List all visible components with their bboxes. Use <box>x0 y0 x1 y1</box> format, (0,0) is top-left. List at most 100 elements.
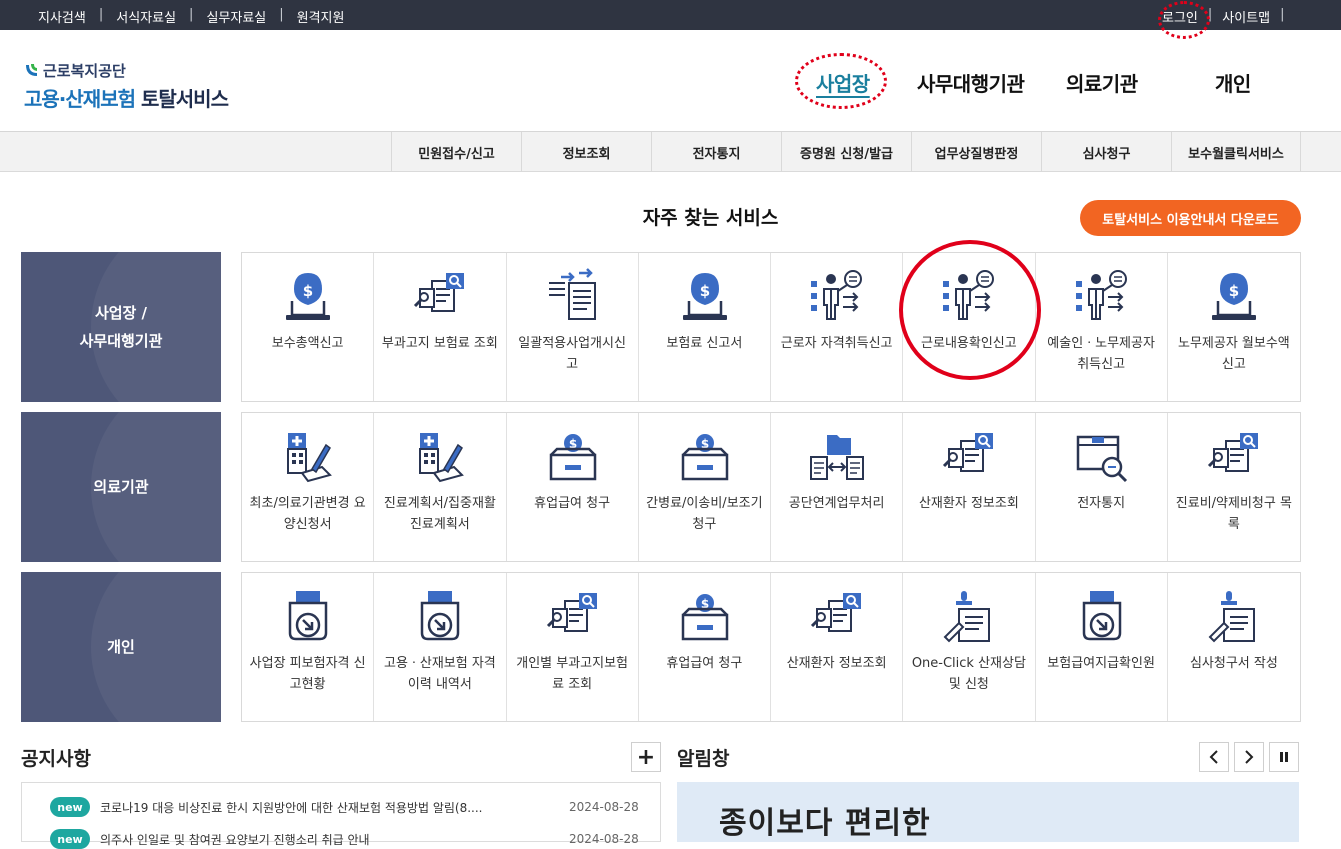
service-tile-label: 진료계획서/집중재활진료계획서 <box>383 496 496 532</box>
alarm-prev-button[interactable] <box>1199 742 1229 772</box>
alarm-pause-button[interactable] <box>1269 742 1299 772</box>
document-search-icon <box>543 587 603 647</box>
service-tile-label: 산재환자 정보조회 <box>786 656 887 671</box>
guide-download-button[interactable]: 토탈서비스 이용안내서 다운로드 <box>1080 200 1301 236</box>
category-label: 사업장 / 사무대행기관 <box>79 304 163 350</box>
service-tile-label: 공단연계업무처리 <box>788 496 885 511</box>
service-tile-label: 휴업급여 청구 <box>534 496 611 511</box>
service-tile-label: 산재환자 정보조회 <box>918 496 1019 511</box>
printer-arrow-icon <box>1072 587 1132 647</box>
remote-support-link[interactable]: 원격지원 <box>297 7 345 26</box>
notice-item[interactable]: new 코로나19 대응 비상진료 한시 지원방안에 대한 산재보험 적용방법 … <box>50 797 639 817</box>
service-tile[interactable]: 심사청구서 작성 <box>1168 573 1300 721</box>
money-laptop-icon: $ <box>278 267 338 327</box>
separator: | <box>98 7 104 22</box>
service-tile-label: 심사청구서 작성 <box>1189 656 1278 671</box>
pause-icon <box>1280 752 1288 762</box>
service-tile[interactable]: 최초/의료기관변경 요양신청서 <box>242 413 375 561</box>
service-tile-label: 개인별 부과고지보험료 조회 <box>516 656 629 692</box>
service-row-individual: 개인 사업장 피보험자격 신고현황 고용ㆍ산재보험 자격 이력 내역서 개인별 부과… <box>21 572 1301 722</box>
notice-date: 2024-08-28 <box>569 800 639 814</box>
banner-text: 종이보다 편리한 <box>719 806 931 841</box>
service-tile[interactable]: 개인별 부과고지보험료 조회 <box>507 573 639 721</box>
service-tile[interactable]: 보험급여지급확인원 <box>1036 573 1168 721</box>
notice-title: 공지사항 <box>21 748 91 770</box>
svg-text:$: $ <box>1229 282 1239 300</box>
service-tile[interactable]: $ 휴업급여 청구 <box>639 573 771 721</box>
gnb-highlight-annotation <box>795 53 887 109</box>
service-tile[interactable]: 부과고지 보험료 조회 <box>374 253 507 401</box>
service-tiles: $ 보수총액신고 부과고지 보험료 조회 일괄적용사업개시신고 $ 보험료 신고서 근로자 … <box>241 252 1301 402</box>
svg-text:$: $ <box>303 282 313 300</box>
category-individual: 개인 <box>21 572 221 722</box>
chevron-left-icon <box>1209 750 1218 764</box>
sitemap-link[interactable]: 사이트맵 <box>1222 7 1270 26</box>
subnav-info-inquiry[interactable]: 정보조회 <box>521 132 651 172</box>
service-tile[interactable]: $ 보수총액신고 <box>242 253 375 401</box>
service-tile-label: 근로자 자격취득신고 <box>780 336 893 351</box>
branch-search-link[interactable]: 지사검색 <box>38 7 86 26</box>
service-tile[interactable]: 일괄적용사업개시신고 <box>507 253 639 401</box>
notice-date: 2024-08-28 <box>569 832 639 846</box>
form-library-link[interactable]: 서식자료실 <box>116 7 176 26</box>
subnav-occupational-disease[interactable]: 업무상질병판정 <box>911 132 1041 172</box>
svg-text:$: $ <box>700 282 710 300</box>
service-tiles: 사업장 피보험자격 신고현황 고용ㆍ산재보험 자격 이력 내역서 개인별 부과고지보… <box>241 572 1301 722</box>
service-tile[interactable]: $ 휴업급여 청구 <box>507 413 639 561</box>
notice-item[interactable]: new 의주사 인일로 및 참여권 요양보기 진행소리 취급 안내 2024-0… <box>50 829 639 849</box>
service-tile[interactable]: 예술인ㆍ노무제공자 취득신고 <box>1036 253 1168 401</box>
service-row-workplace: 사업장 / 사무대행기관 $ 보수총액신고 부과고지 보험료 조회 일괄적용사업개시신… <box>21 252 1301 402</box>
service-tile[interactable]: 진료계획서/집중재활진료계획서 <box>374 413 507 561</box>
service-tile[interactable]: $ 간병료/이송비/보조기 청구 <box>639 413 771 561</box>
service-tiles: 최초/의료기관변경 요양신청서 진료계획서/집중재활진료계획서 $ 휴업급여 청구 $ 간… <box>241 412 1301 562</box>
utility-links: 지사검색 | 서식자료실 | 실무자료실 | 원격지원 <box>38 7 344 26</box>
service-tile-label: 사업장 피보험자격 신고현황 <box>249 656 366 692</box>
service-tile-label: 보험급여지급확인원 <box>1047 656 1155 671</box>
service-tile[interactable]: 공단연계업무처리 <box>771 413 904 561</box>
service-tile[interactable]: 고용ㆍ산재보험 자격 이력 내역서 <box>374 573 507 721</box>
money-laptop-icon: $ <box>675 267 735 327</box>
new-badge: new <box>50 829 90 849</box>
service-tile[interactable]: 진료비/약제비청구 목록 <box>1168 413 1300 561</box>
service-tile-label: 예술인ㆍ노무제공자 취득신고 <box>1047 336 1155 372</box>
gnb-medical[interactable]: 의료기관 <box>1066 68 1138 97</box>
service-tile[interactable]: $ 보험료 신고서 <box>639 253 771 401</box>
hospital-pen-icon <box>278 427 338 487</box>
service-tile-label: 부과고지 보험료 조회 <box>381 336 498 351</box>
service-tile[interactable]: 산재환자 정보조회 <box>771 573 904 721</box>
service-tile[interactable]: 사업장 피보험자격 신고현황 <box>242 573 375 721</box>
service-tile-label: 보험료 신고서 <box>666 336 743 351</box>
service-row-medical: 의료기관 최초/의료기관변경 요양신청서 진료계획서/집중재활진료계획서 $ 휴업급여… <box>21 412 1301 562</box>
separator: | <box>189 7 194 22</box>
money-laptop-icon: $ <box>1204 267 1264 327</box>
alarm-next-button[interactable] <box>1234 742 1264 772</box>
subnav-review-request[interactable]: 심사청구 <box>1041 132 1171 172</box>
subnav-certificate[interactable]: 증명원 신청/발급 <box>781 132 911 172</box>
practice-library-link[interactable]: 실무자료실 <box>206 7 266 26</box>
service-tile-label: 보수총액신고 <box>271 336 344 351</box>
gnb-agency[interactable]: 사무대행기관 <box>917 68 1025 97</box>
service-tile-label: 간병료/이송비/보조기 청구 <box>646 496 763 532</box>
service-tile[interactable]: $ 노무제공자 월보수액 신고 <box>1168 253 1300 401</box>
utility-bar: 지사검색 | 서식자료실 | 실무자료실 | 원격지원 로그인 | 사이트맵 | <box>0 0 1341 39</box>
separator: | <box>279 7 284 22</box>
stamp-document-icon <box>1204 587 1264 647</box>
service-tile-label: 최초/의료기관변경 요양신청서 <box>249 496 366 532</box>
hospital-pen-icon <box>410 427 470 487</box>
service-tile[interactable]: 근로자 자격취득신고 <box>771 253 904 401</box>
alarm-banner[interactable]: 종이보다 편리한 <box>677 782 1299 842</box>
new-badge: new <box>50 797 90 817</box>
notice-more-button[interactable]: + <box>631 742 661 772</box>
stamp-document-icon <box>939 587 999 647</box>
service-tile-label: 휴업급여 청구 <box>666 656 743 671</box>
gnb-individual[interactable]: 개인 <box>1215 68 1251 97</box>
subnav-e-notice[interactable]: 전자통지 <box>651 132 781 172</box>
subnav-civil-report[interactable]: 민원접수/신고 <box>391 132 521 172</box>
subnav-wage-click[interactable]: 보수월클릭서비스 <box>1171 132 1301 172</box>
service-tile[interactable]: One-Click 산재상담 및 신청 <box>903 573 1036 721</box>
service-tile-label: 일괄적용사업개시신고 <box>518 336 626 372</box>
service-tile-label: 고용ㆍ산재보험 자격 이력 내역서 <box>383 656 496 692</box>
service-tile[interactable]: 전자통지 <box>1036 413 1168 561</box>
service-tile[interactable]: 산재환자 정보조회 <box>903 413 1036 561</box>
notice-text: 코로나19 대응 비상진료 한시 지원방안에 대한 산재보험 적용방법 알림(8… <box>100 800 483 815</box>
